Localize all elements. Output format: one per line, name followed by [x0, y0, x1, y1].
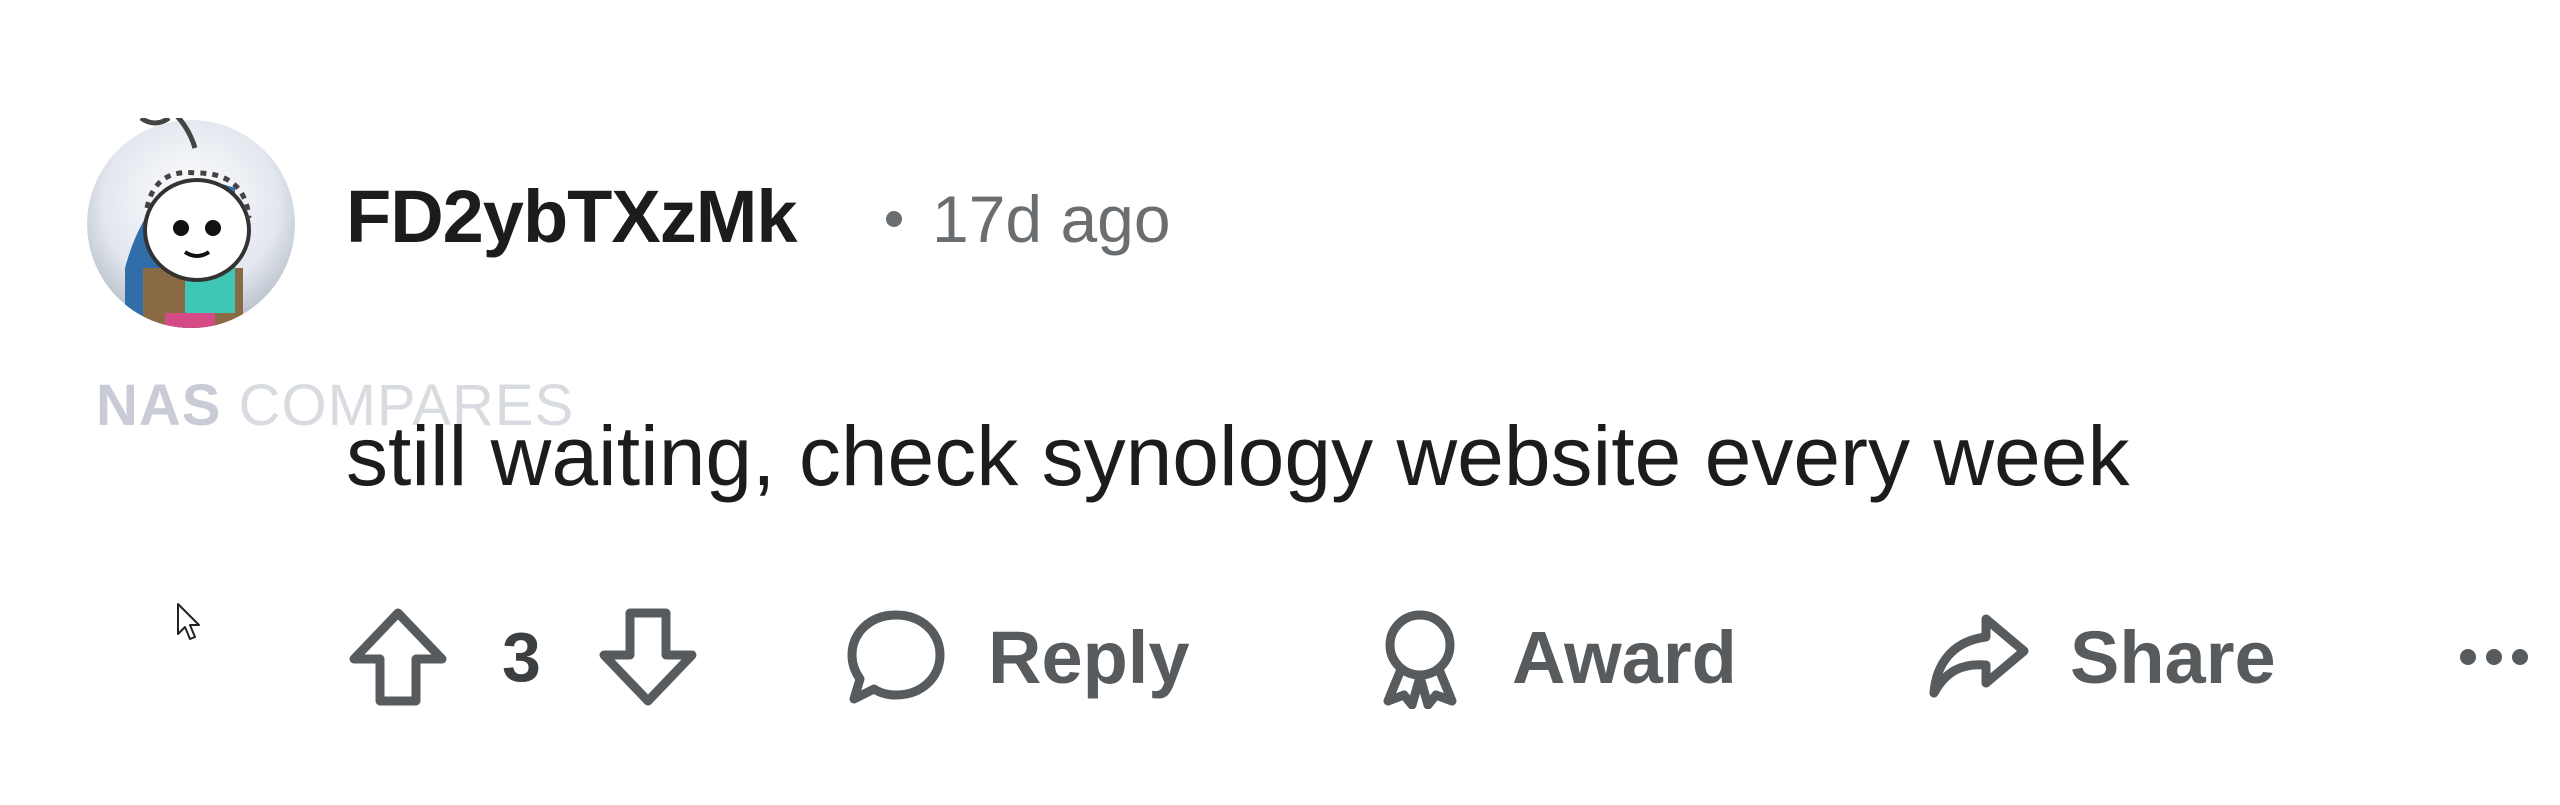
- award-button[interactable]: Award: [1368, 592, 1737, 722]
- reply-button[interactable]: Reply: [844, 592, 1190, 722]
- downvote-arrow-icon: [599, 608, 697, 706]
- reply-bubble-icon: [847, 610, 945, 704]
- downvote-button[interactable]: [596, 592, 700, 722]
- comment-timestamp: 17d ago: [932, 182, 1171, 256]
- upvote-arrow-icon: [349, 608, 447, 706]
- comment-username[interactable]: FD2ybTXzMk: [346, 180, 798, 254]
- separator-dot: [886, 210, 902, 227]
- share-arrow-icon: [1929, 614, 2029, 698]
- user-avatar[interactable]: [85, 118, 297, 330]
- comment-page: FD2ybTXzMk 17d ago NAS COMPARES still wa…: [0, 0, 2560, 805]
- award-ribbon-icon: [1383, 610, 1457, 709]
- more-options-button[interactable]: [2454, 592, 2534, 722]
- comment-actions-bar: 3 Reply Award Share: [346, 592, 2560, 722]
- snoo-avatar-icon: [87, 118, 295, 328]
- share-button[interactable]: Share: [1926, 592, 2276, 722]
- comment-meta: 17d ago: [886, 186, 1171, 252]
- award-label: Award: [1512, 615, 1737, 699]
- vote-count: 3: [502, 618, 541, 696]
- watermark-part-nas: NAS: [96, 373, 222, 438]
- reply-label: Reply: [988, 615, 1190, 699]
- more-options-icon: [2460, 649, 2528, 665]
- upvote-button[interactable]: [346, 592, 450, 722]
- mouse-cursor-icon: [176, 602, 202, 647]
- share-label: Share: [2070, 615, 2276, 699]
- comment-body: still waiting, check synology website ev…: [346, 409, 2130, 503]
